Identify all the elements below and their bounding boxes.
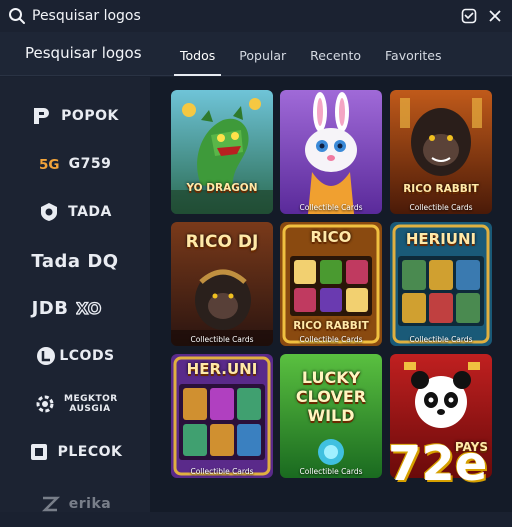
tab-bar: Todos Popular Recento Favorites — [168, 32, 453, 76]
close-icon[interactable] — [486, 7, 504, 25]
tab-popular[interactable]: Popular — [227, 32, 298, 76]
tab-recento[interactable]: Recento — [298, 32, 373, 76]
rabbit-art — [280, 90, 382, 214]
page-title: Pesquisar logos — [25, 44, 142, 62]
sidebar-item-lcods[interactable]: LCODS — [0, 333, 150, 379]
game-caption: Collectible Cards — [299, 467, 363, 476]
watermark: 72e — [388, 436, 488, 492]
sidebar-item-g759[interactable]: 5G G759 — [0, 141, 150, 187]
game-card-heriuni[interactable]: HERIUNI Collectible Cards — [390, 222, 492, 346]
search-bar[interactable]: Pesquisar logos — [0, 0, 512, 32]
game-card-rico-dj[interactable]: RICO DJ Collectible Cards — [171, 222, 273, 346]
game-title: HER.UNI — [186, 360, 258, 378]
sidebar-item-popok[interactable]: POPOK — [0, 93, 150, 139]
sidebar-item-label: Tada DQ — [31, 250, 119, 272]
sidebar-item-label: LCODS — [59, 348, 115, 364]
game-card-rabbit[interactable]: Collectible Cards — [280, 90, 382, 214]
sidebar-item-label: JDB — [31, 297, 69, 319]
svg-text:XO: XO — [76, 299, 101, 318]
dragon-art — [171, 90, 273, 214]
game-card-yo-dragon[interactable]: YO DRAGON — [171, 90, 273, 214]
l-logo-icon — [35, 345, 57, 367]
game-title: RICO DJ — [185, 232, 259, 252]
game-caption: Collectible Cards — [409, 203, 473, 212]
game-title-top: RICO — [310, 228, 352, 246]
game-title: YO DRAGON — [186, 182, 258, 194]
sidebar-item-label: MEGKTOR AUSGIA — [64, 394, 118, 414]
cube-logo-icon — [28, 441, 50, 463]
game-card-lucky-clover[interactable]: LUCKY CLOVER WILD Collectible Cards — [280, 354, 382, 478]
tab-favorites[interactable]: Favorites — [373, 32, 453, 76]
sidebar-item-label: TADA — [68, 204, 112, 220]
tab-todos[interactable]: Todos — [168, 32, 227, 76]
game-card-rico-slots[interactable]: RICO RICO RABBIT Collectible Cards — [280, 222, 382, 346]
svg-text:5G: 5G — [39, 157, 60, 173]
sidebar-item-label: erika — [68, 496, 112, 512]
game-title: RICO RABBIT — [403, 183, 479, 195]
gear-logo-icon — [34, 393, 56, 415]
g-logo-icon: 5G — [39, 153, 61, 175]
sidebar-item-megktor[interactable]: MEGKTOR AUSGIA — [0, 381, 150, 427]
sidebar-item-label: POPOK — [61, 108, 119, 124]
sidebar-item-jdb[interactable]: JDB XO — [0, 285, 150, 331]
game-title: HERIUNI — [405, 230, 477, 248]
game-caption: Collectible Cards — [190, 335, 254, 344]
sidebar-item-tada-dq[interactable]: Tada DQ — [0, 238, 150, 284]
game-title: RICO RABBIT — [293, 320, 369, 332]
sidebar-item-label: PLECOK — [57, 444, 123, 460]
search-input[interactable]: Pesquisar logos — [32, 8, 452, 24]
sidebar-item-erika[interactable]: erika — [0, 481, 150, 527]
provider-sidebar: POPOK 5G G759 TADA Tada DQ JDB XO LCODS … — [0, 77, 150, 512]
sidebar-item-tada[interactable]: TADA — [0, 189, 150, 235]
xo-logo-icon: XO — [76, 297, 110, 319]
game-caption: Collectible Cards — [409, 335, 473, 344]
game-caption: Collectible Cards — [190, 467, 254, 476]
game-title: LUCKY CLOVER WILD — [295, 368, 367, 425]
header: Pesquisar logos Todos Popular Recento Fa… — [0, 32, 512, 76]
p-logo-icon — [31, 105, 53, 127]
shield-logo-icon — [38, 201, 60, 223]
gallery-icon[interactable] — [460, 7, 478, 25]
sidebar-item-label: G759 — [68, 156, 112, 172]
game-card-her-uni[interactable]: HER.UNI Collectible Cards — [171, 354, 273, 478]
search-icon[interactable] — [8, 7, 26, 25]
sidebar-item-plecok[interactable]: PLECOK — [0, 429, 150, 475]
gorilla-art — [390, 90, 492, 214]
game-caption: Collectible Cards — [299, 203, 363, 212]
game-caption: Collectible Cards — [299, 335, 363, 344]
game-card-rico-rabbit-gorilla[interactable]: RICO RABBIT Collectible Cards — [390, 90, 492, 214]
